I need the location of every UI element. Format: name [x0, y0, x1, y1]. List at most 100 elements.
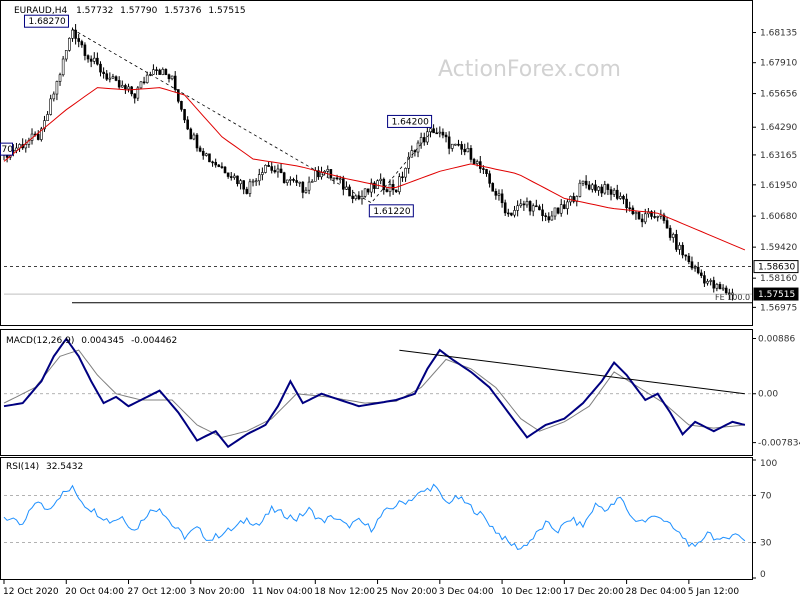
candle-body — [678, 244, 681, 250]
candle-body — [192, 134, 196, 140]
candle-body — [606, 184, 610, 190]
macd-tick-label: 0.00 — [758, 390, 778, 400]
candle-body — [513, 210, 516, 216]
candle-body — [49, 98, 52, 115]
candle-body — [161, 69, 165, 75]
candle-body — [117, 80, 121, 88]
price-tick-label: 1.68135 — [760, 29, 797, 39]
candle-body — [74, 29, 77, 39]
open-value: 1.57732 — [76, 6, 113, 16]
candle-body — [541, 209, 544, 216]
candle-body — [220, 166, 224, 168]
candle-body — [248, 181, 252, 194]
candle-body — [531, 205, 535, 212]
candle-body — [528, 201, 532, 212]
symbol-label: EURAUD,H4 — [14, 6, 67, 16]
time-tick-label: 20 Oct 04:00 — [65, 587, 124, 597]
time-tick-label: 25 Nov 20:00 — [377, 587, 438, 597]
candle-body — [133, 93, 137, 99]
price-tick-label: 1.63165 — [760, 151, 797, 161]
candle-body — [668, 227, 672, 238]
candle-body — [83, 44, 87, 56]
candle-body — [267, 164, 270, 167]
dashed_level-axis-label: 1.58630 — [758, 263, 795, 273]
left-edge-label: 70 — [2, 145, 14, 155]
candle-body — [183, 109, 186, 121]
candle-body — [494, 190, 498, 196]
candle-body — [233, 175, 236, 178]
candle-body — [485, 169, 488, 175]
candle-body — [276, 168, 280, 173]
price-tick-label: 1.67910 — [760, 59, 797, 69]
time-tick-label: 10 Dec 12:00 — [501, 587, 562, 597]
candle-body — [460, 144, 463, 150]
candle-body — [189, 128, 193, 140]
price-header: EURAUD,H4 1.57732 1.57790 1.57376 1.5751… — [14, 6, 246, 16]
candle-body — [640, 218, 644, 223]
candle-body — [242, 180, 245, 190]
candle-body — [201, 150, 205, 156]
candle-body — [413, 150, 417, 153]
candle-body — [236, 175, 239, 185]
candle-body — [295, 180, 298, 183]
candle-body — [600, 186, 603, 194]
candle-body — [559, 204, 563, 214]
annotation-label: 1.64200 — [392, 117, 429, 127]
rsi-tick-label: 30 — [760, 539, 772, 549]
candle-body — [180, 100, 183, 110]
candle-body — [223, 166, 227, 174]
candle-body — [114, 76, 118, 81]
time-tick-label: 17 Dec 20:00 — [563, 587, 624, 597]
candle-body — [482, 168, 485, 170]
candle-body — [152, 69, 155, 75]
low-value: 1.57376 — [164, 6, 201, 16]
rsi-tick-label: 100 — [760, 459, 777, 469]
time-tick-label: 18 Nov 12:00 — [314, 587, 375, 597]
candle-body — [257, 174, 261, 182]
price-panel-frame — [0, 0, 753, 326]
candle-body — [211, 161, 214, 164]
candle-body — [335, 177, 339, 180]
candle-body — [360, 195, 364, 200]
candle-body — [229, 176, 233, 178]
candle-body — [313, 170, 317, 182]
candle-body — [310, 180, 314, 183]
candle-body — [581, 180, 585, 184]
rsi-name: RSI(14) — [6, 462, 39, 472]
candle-body — [142, 81, 146, 84]
candle-body — [198, 147, 202, 152]
candle-body — [706, 281, 709, 284]
candle-body — [687, 255, 691, 263]
candle-body — [587, 184, 591, 190]
candle-body — [556, 207, 560, 214]
candle-body — [478, 161, 482, 169]
candle-body — [245, 188, 249, 194]
macd-signal-value: -0.004462 — [131, 336, 177, 346]
candle-body — [304, 189, 308, 193]
price-tick-label: 1.58160 — [760, 274, 797, 284]
macd-tick-label: -0.007834 — [758, 439, 800, 449]
candle-body — [637, 212, 641, 220]
candle-body — [553, 207, 557, 217]
candle-body — [578, 182, 582, 197]
candle-body — [634, 212, 638, 215]
candle-body — [307, 181, 311, 191]
candle-body — [466, 148, 470, 153]
candle-body — [332, 177, 336, 180]
candle-body — [186, 119, 189, 130]
candle-body — [398, 176, 401, 193]
annotation-label: 1.61220 — [373, 207, 410, 217]
candle-body — [404, 168, 407, 178]
candle-body — [261, 172, 264, 175]
time-tick-label: 3 Nov 20:00 — [190, 587, 245, 597]
time-tick-label: 5 Jan 12:00 — [688, 587, 740, 597]
candle-body — [684, 254, 688, 257]
candle-body — [612, 189, 616, 195]
candle-body — [96, 57, 99, 65]
candle-body — [435, 132, 439, 135]
euraud-h4-chart: ActionForex.com FE 100.01.682701.642001.… — [0, 0, 800, 597]
candle-body — [348, 186, 351, 197]
close-value: 1.57515 — [208, 6, 245, 16]
current_price-axis-label: 1.57515 — [758, 290, 795, 300]
candle-body — [77, 38, 81, 42]
